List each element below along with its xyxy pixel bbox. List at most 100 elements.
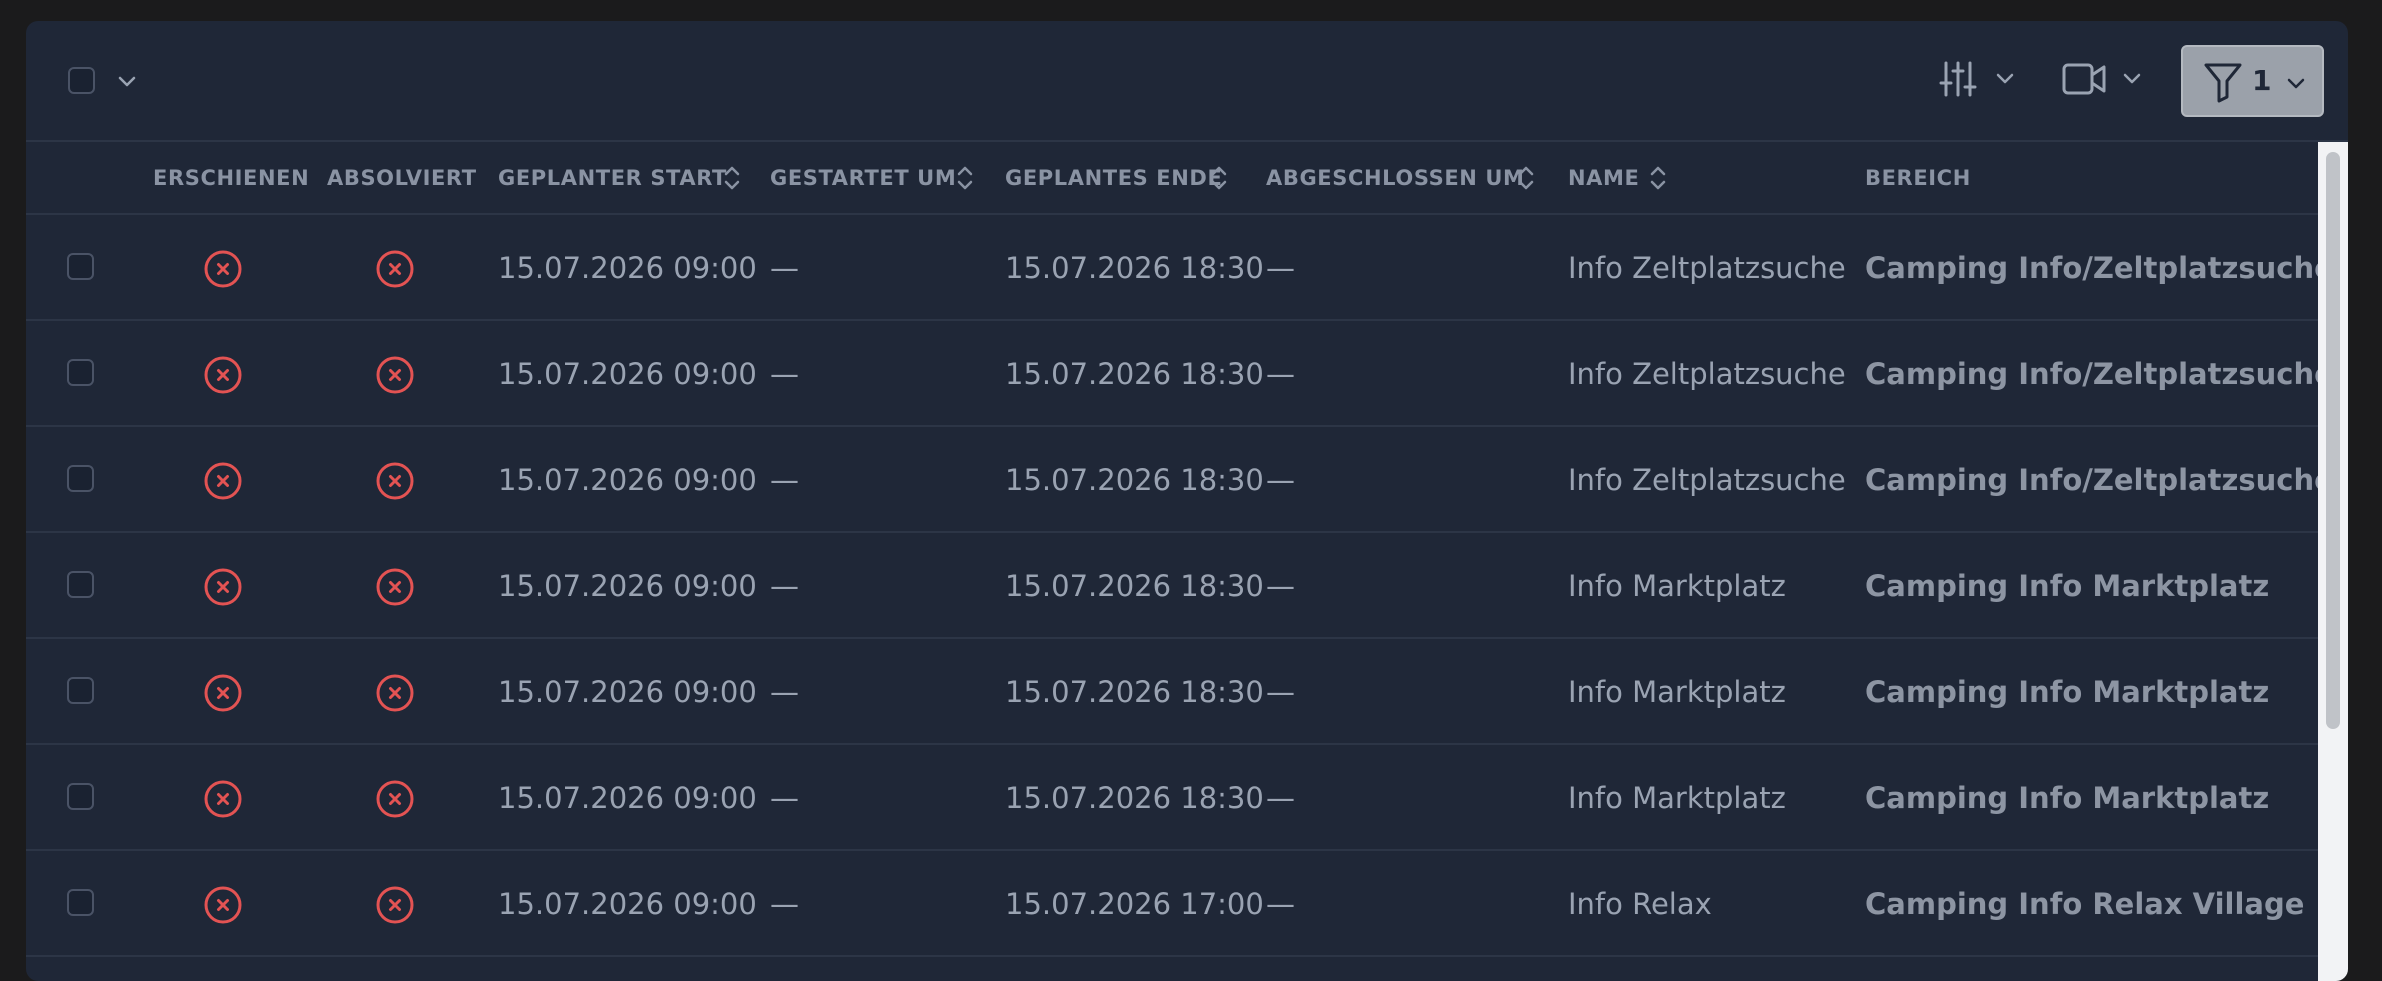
cell-bereich: Camping Info/Zeltplatzsuche <box>1865 251 2334 285</box>
x-circle-icon <box>376 462 414 500</box>
sliders-icon <box>1939 61 1977 97</box>
cell-gestartet-um: — <box>770 251 799 285</box>
sort-icon[interactable] <box>722 160 742 196</box>
cell-name: Info Zeltplatzsuche <box>1568 357 1846 391</box>
cell-gestartet-um: — <box>770 357 799 391</box>
row-checkbox[interactable] <box>67 571 94 598</box>
header-geplanter-start[interactable]: GEPLANTER START <box>498 166 727 190</box>
cell-abgeschlossen-um: — <box>1266 463 1295 497</box>
cell-gestartet-um: — <box>770 463 799 497</box>
cell-geplanter-start: 15.07.2026 09:00 <box>498 569 757 603</box>
cell-gestartet-um: — <box>770 675 799 709</box>
cell-abgeschlossen-um: — <box>1266 251 1295 285</box>
chevron-down-icon[interactable] <box>116 71 138 93</box>
sort-icon[interactable] <box>955 160 975 196</box>
x-circle-icon <box>376 886 414 924</box>
cell-geplanter-start: 15.07.2026 09:00 <box>498 781 757 815</box>
x-circle-icon <box>376 674 414 712</box>
cell-gestartet-um: — <box>770 887 799 921</box>
cell-name: Info Marktplatz <box>1568 675 1786 709</box>
row-checkbox[interactable] <box>67 677 94 704</box>
cell-bereich: Camping Info Marktplatz <box>1865 675 2270 709</box>
table-panel: 1 ERSCHIENEN ABSOLVIERT GEPLANTER START … <box>26 21 2348 981</box>
x-circle-icon <box>204 462 242 500</box>
x-circle-icon <box>376 250 414 288</box>
view-toggle-button[interactable] <box>2061 59 2143 99</box>
row-checkbox[interactable] <box>67 783 94 810</box>
sort-icon[interactable] <box>1516 160 1536 196</box>
video-camera-icon <box>2062 63 2106 95</box>
header-erschienen: ERSCHIENEN <box>153 166 310 190</box>
cell-geplantes-ende: 15.07.2026 18:30 <box>1005 781 1264 815</box>
header-geplantes-ende[interactable]: GEPLANTES ENDE <box>1005 166 1222 190</box>
filter-count: 1 <box>2252 64 2272 97</box>
cell-geplanter-start: 15.07.2026 09:00 <box>498 463 757 497</box>
cell-geplantes-ende: 15.07.2026 17:00 <box>1005 887 1264 921</box>
table-row[interactable]: 15.07.2026 09:00 — 15.07.2026 18:30 — In… <box>26 427 2334 533</box>
row-checkbox[interactable] <box>67 465 94 492</box>
cell-name: Info Marktplatz <box>1568 781 1786 815</box>
cell-geplantes-ende: 15.07.2026 18:30 <box>1005 357 1264 391</box>
cell-name: Info Zeltplatzsuche <box>1568 251 1846 285</box>
scrollbar[interactable] <box>2318 142 2348 981</box>
table-row[interactable]: 15.07.2026 09:00 — 15.07.2026 18:30 — In… <box>26 745 2318 851</box>
cell-geplantes-ende: 15.07.2026 18:30 <box>1005 463 1264 497</box>
table-row[interactable]: 15.07.2026 09:00 — 15.07.2026 17:00 — In… <box>26 851 2318 957</box>
cell-name: Info Marktplatz <box>1568 569 1786 603</box>
chevron-down-icon <box>2123 73 2141 84</box>
cell-bereich: Camping Info/Zeltplatzsuche <box>1865 463 2334 497</box>
cell-geplanter-start: 15.07.2026 09:00 <box>498 887 757 921</box>
x-circle-icon <box>376 780 414 818</box>
sort-icon[interactable] <box>1209 160 1229 196</box>
cell-geplanter-start: 15.07.2026 09:00 <box>498 357 757 391</box>
row-checkbox[interactable] <box>67 889 94 916</box>
table-toolbar: 1 <box>26 21 2348 142</box>
cell-bereich: Camping Info Marktplatz <box>1865 781 2270 815</box>
row-checkbox[interactable] <box>67 253 94 280</box>
row-checkbox[interactable] <box>67 359 94 386</box>
funnel-icon <box>2204 63 2242 103</box>
cell-geplantes-ende: 15.07.2026 18:30 <box>1005 569 1264 603</box>
header-absolviert: ABSOLVIERT <box>327 166 477 190</box>
x-circle-icon <box>204 250 242 288</box>
chevron-down-icon <box>1996 73 2014 84</box>
cell-abgeschlossen-um: — <box>1266 357 1295 391</box>
cell-geplanter-start: 15.07.2026 09:00 <box>498 675 757 709</box>
scrollbar-thumb[interactable] <box>2326 152 2340 729</box>
x-circle-icon <box>204 780 242 818</box>
cell-geplanter-start: 15.07.2026 09:00 <box>498 251 757 285</box>
table-row[interactable]: 15.07.2026 09:00 — 15.07.2026 18:30 — In… <box>26 215 2334 321</box>
cell-abgeschlossen-um: — <box>1266 887 1295 921</box>
cell-name: Info Zeltplatzsuche <box>1568 463 1846 497</box>
header-bereich: BEREICH <box>1865 166 1971 190</box>
filter-button[interactable]: 1 <box>2181 45 2324 117</box>
x-circle-icon <box>376 568 414 606</box>
cell-gestartet-um: — <box>770 569 799 603</box>
chevron-down-icon <box>2287 78 2305 89</box>
cell-bereich: Camping Info Relax Village <box>1865 887 2305 921</box>
x-circle-icon <box>204 886 242 924</box>
header-gestartet-um[interactable]: GESTARTET UM <box>770 166 956 190</box>
cell-abgeschlossen-um: — <box>1266 675 1295 709</box>
cell-bereich: Camping Info Marktplatz <box>1865 569 2270 603</box>
x-circle-icon <box>376 356 414 394</box>
x-circle-icon <box>204 356 242 394</box>
header-abgeschlossen-um[interactable]: ABGESCHLOSSEN UM <box>1266 166 1525 190</box>
table-header: ERSCHIENEN ABSOLVIERT GEPLANTER START GE… <box>26 142 2318 215</box>
cell-gestartet-um: — <box>770 781 799 815</box>
table-row[interactable]: 15.07.2026 09:00 — 15.07.2026 18:30 — In… <box>26 533 2318 639</box>
cell-bereich: Camping Info/Zeltplatzsuche <box>1865 357 2334 391</box>
sort-icon[interactable] <box>1648 160 1668 196</box>
cell-abgeschlossen-um: — <box>1266 781 1295 815</box>
header-name[interactable]: NAME <box>1568 166 1639 190</box>
columns-toggle-button[interactable] <box>1936 57 2016 101</box>
table-row[interactable]: 15.07.2026 09:00 — 15.07.2026 18:30 — In… <box>26 321 2334 427</box>
select-all-checkbox[interactable] <box>68 67 95 94</box>
cell-name: Info Relax <box>1568 887 1712 921</box>
x-circle-icon <box>204 674 242 712</box>
cell-geplantes-ende: 15.07.2026 18:30 <box>1005 675 1264 709</box>
cell-geplantes-ende: 15.07.2026 18:30 <box>1005 251 1264 285</box>
table-row[interactable]: 15.07.2026 09:00 — 15.07.2026 18:30 — In… <box>26 639 2318 745</box>
cell-abgeschlossen-um: — <box>1266 569 1295 603</box>
x-circle-icon <box>204 568 242 606</box>
